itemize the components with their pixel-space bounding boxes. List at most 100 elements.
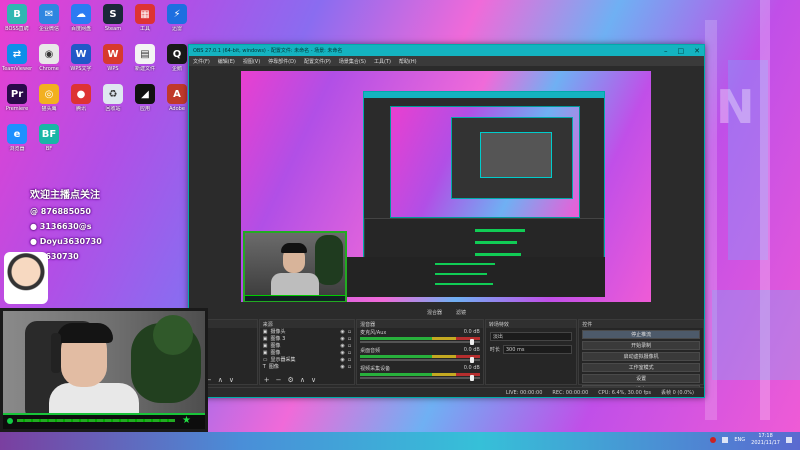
eye-icon[interactable]: ◉: [340, 350, 344, 356]
headset-mic: [51, 333, 61, 373]
overlay-line: ● Doyu3630730: [30, 237, 102, 246]
menu-scene-collection[interactable]: 场景集合(S): [339, 58, 366, 65]
transitions-header: 转场特效: [485, 320, 577, 328]
transition-select[interactable]: 淡出: [489, 332, 573, 341]
volume-slider[interactable]: [360, 339, 480, 345]
move-up-icon[interactable]: ∧: [218, 376, 223, 384]
desktop-shortcut-label: BOSS直聘: [5, 26, 29, 32]
desktop-shortcut[interactable]: S Steam: [98, 2, 128, 40]
source-item[interactable]: ▣ 图像 3 ◉ ▫: [260, 335, 354, 343]
desktop-shortcut[interactable]: ▦ 工具: [130, 2, 160, 40]
premiere-icon: Pr: [7, 84, 27, 104]
remove-icon[interactable]: −: [276, 376, 282, 384]
maximize-icon[interactable]: □: [678, 47, 685, 55]
desktop-shortcut[interactable]: BF BF: [34, 122, 64, 160]
source-item[interactable]: ▣ 图像 ◉ ▫: [260, 349, 354, 357]
eye-icon[interactable]: ◉: [340, 364, 344, 370]
desktop-shortcut[interactable]: W WPS: [98, 42, 128, 80]
source-item[interactable]: ▭ 显示器采集 ◉ ▫: [260, 356, 354, 364]
settings-button[interactable]: 设置: [582, 374, 700, 383]
minimize-icon[interactable]: –: [664, 47, 668, 55]
volume-slider[interactable]: [360, 357, 480, 363]
source-item[interactable]: ▣ 摄像头 ◉ ▫: [260, 328, 354, 336]
desktop-shortcut-label: 企业微信: [38, 26, 59, 32]
language-indicator[interactable]: ENG: [734, 437, 745, 443]
lock-icon[interactable]: ▫: [348, 350, 351, 356]
lock-icon[interactable]: ▫: [348, 364, 351, 370]
lock-icon[interactable]: ▫: [348, 336, 351, 342]
obs-window[interactable]: OBS 27.0.1 (64-bit, windows) - 配置文件: 未命名…: [188, 44, 705, 398]
network-icon[interactable]: [722, 437, 729, 443]
source-item[interactable]: ▣ 图像 ◉ ▫: [260, 342, 354, 350]
volume-slider[interactable]: [360, 375, 480, 381]
eye-icon[interactable]: ◉: [340, 336, 344, 342]
studio-mode-button[interactable]: 工作室模式: [582, 363, 700, 372]
notification-icon[interactable]: [786, 437, 792, 443]
lock-icon[interactable]: ▫: [348, 329, 351, 335]
desktop-shortcut[interactable]: ⇄ TeamViewer: [2, 42, 32, 80]
teamviewer-icon: ⇄: [7, 44, 27, 64]
stop-streaming-button[interactable]: 停止推流: [582, 330, 700, 339]
menu-view[interactable]: 视图(V): [243, 58, 260, 65]
desktop-shortcut[interactable]: ◎ 猫头鹰: [34, 82, 64, 120]
menu-tools[interactable]: 工具(T): [374, 58, 391, 65]
obs-preview[interactable]: [241, 71, 651, 302]
webcam-overlay: ★: [0, 308, 208, 432]
desktop-shortcut[interactable]: Pr Premiere: [2, 82, 32, 120]
move-down-icon[interactable]: ∨: [229, 376, 234, 384]
close-icon[interactable]: ✕: [694, 47, 700, 55]
desktop-shortcut-label: 猫头鹰: [41, 106, 57, 112]
tab-mixer[interactable]: 混合器: [427, 309, 442, 316]
start-recording-button[interactable]: 开始录制: [582, 341, 700, 350]
desktop-shortcut[interactable]: ◢ 应用: [130, 82, 160, 120]
desktop-shortcut[interactable]: ✉ 企业微信: [34, 2, 64, 40]
source-item[interactable]: T 图像 ◉ ▫: [260, 363, 354, 371]
steam-icon: S: [103, 4, 123, 24]
gear-icon[interactable]: ⚙: [288, 376, 294, 384]
preview-nested-obs: [363, 91, 605, 281]
menu-edit[interactable]: 编辑(E): [218, 58, 235, 65]
nested-meter: [475, 241, 517, 244]
lock-icon[interactable]: ▫: [348, 343, 351, 349]
desktop-shortcut[interactable]: e 浏览器: [2, 122, 32, 160]
nested-preview-2: [451, 117, 573, 199]
eye-icon[interactable]: ◉: [340, 329, 344, 335]
menu-docks[interactable]: 停靠部件(D): [268, 58, 296, 65]
eye-icon[interactable]: ◉: [340, 357, 344, 363]
desktop-shortcut-label: 回收站: [105, 106, 121, 112]
desktop-shortcut[interactable]: ⚡ 迅雷: [162, 2, 192, 40]
clock[interactable]: 17:18 2021/11/17: [751, 433, 780, 447]
move-up-icon[interactable]: ∧: [300, 376, 305, 384]
audio-meter: [360, 355, 480, 358]
overlay-line: @ 876885050: [30, 207, 91, 216]
menu-file[interactable]: 文件(F): [193, 58, 210, 65]
desktop-shortcut[interactable]: ▤ 新建文件: [130, 42, 160, 80]
live-timer: LIVE: 00:00:00: [505, 389, 543, 396]
controls-dock[interactable]: 控件 停止推流 开始录制 启动虚拟摄像机 工作室模式 设置 退出: [578, 319, 704, 394]
desktop-shortcut[interactable]: ♻ 回收站: [98, 82, 128, 120]
duration-input[interactable]: 300 ms: [502, 345, 573, 354]
sources-dock[interactable]: 来源 ▣ 摄像头 ◉ ▫ ▣ 图像 3 ◉ ▫ ▣ 图像 ◉ ▫ ▣ 图像 ◉ ▫ ▭ 显示器采集 ◉ ▫ T…: [258, 319, 356, 385]
transitions-dock[interactable]: 转场特效 淡出 时长 300 ms: [484, 319, 578, 385]
wallpaper-letter: N: [716, 80, 755, 134]
mixer-channel: 视频采集设备 0.0 dB: [357, 364, 483, 382]
desktop-shortcut[interactable]: W WPS文字: [66, 42, 96, 80]
image-icon: ▣: [262, 335, 268, 342]
desktop: N B BOSS直聘 ✉ 企业微信 ☁ 百度网盘 S Steam ▦ 工具 ⚡ 迅雷 ⇄ TeamView…: [0, 0, 800, 432]
desktop-shortcut-label: WPS: [107, 66, 119, 72]
mixer-dock[interactable]: 混音器 麦克风/Aux 0.0 dB 桌面音频 0.0 dB 视频采集设备 0.0 d…: [356, 319, 484, 385]
menu-help[interactable]: 帮助(H): [399, 58, 417, 65]
antivirus-icon[interactable]: [710, 437, 717, 443]
tab-filters[interactable]: 滤镜: [456, 309, 466, 316]
eye-icon[interactable]: ◉: [340, 343, 344, 349]
lock-icon[interactable]: ▫: [348, 357, 351, 363]
virtual-camera-button[interactable]: 启动虚拟摄像机: [582, 352, 700, 361]
move-down-icon[interactable]: ∨: [311, 376, 316, 384]
add-icon[interactable]: +: [264, 376, 270, 384]
menu-profile[interactable]: 配置文件(P): [304, 58, 331, 65]
desktop-shortcut[interactable]: B BOSS直聘: [2, 2, 32, 40]
obs-titlebar[interactable]: OBS 27.0.1 (64-bit, windows) - 配置文件: 未命名…: [189, 45, 704, 56]
desktop-shortcut[interactable]: ☁ 百度网盘: [66, 2, 96, 40]
desktop-shortcut[interactable]: ● 腾讯: [66, 82, 96, 120]
desktop-shortcut[interactable]: ◉ Chrome: [34, 42, 64, 80]
